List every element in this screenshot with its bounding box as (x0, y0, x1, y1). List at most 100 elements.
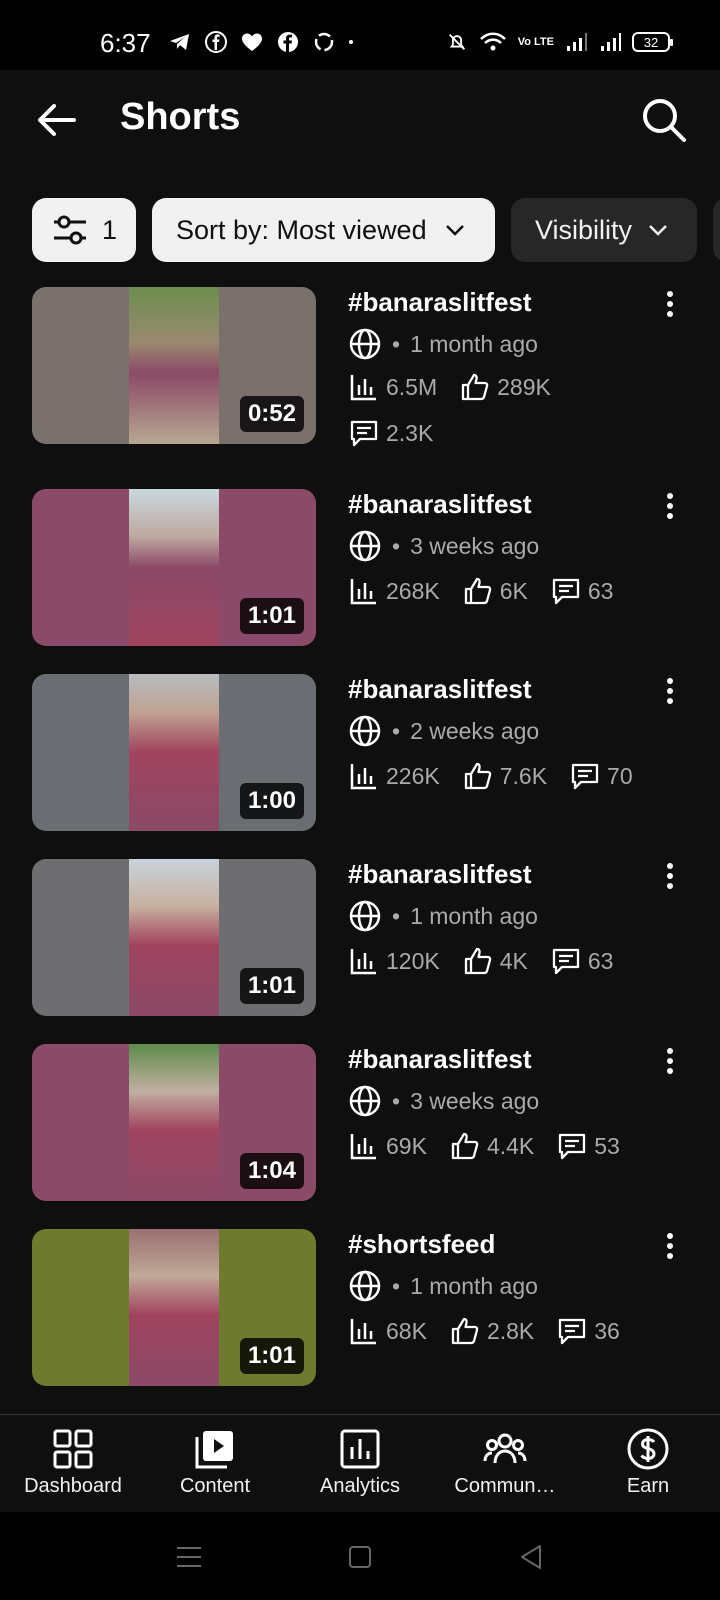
views-stat: 226K (348, 760, 440, 792)
telegram-icon (170, 34, 189, 50)
nav-dashboard[interactable]: Dashboard (3, 1427, 143, 1498)
recents-menu-icon[interactable] (174, 1542, 204, 1572)
more-vert-icon[interactable] (660, 491, 680, 521)
video-item[interactable]: 1:01 #banaraslitfest • 1 month ago 120K … (0, 859, 720, 1029)
comments-stat: 53 (556, 1130, 620, 1162)
view-count: 69K (386, 1132, 427, 1159)
comments-line: 2.3K (348, 417, 445, 449)
separator-dot: • (392, 1087, 401, 1114)
video-title[interactable]: #shortsfeed (348, 1229, 495, 1260)
globe-icon (349, 900, 381, 932)
more-vert-icon[interactable] (660, 861, 680, 891)
comment-icon (559, 1318, 586, 1345)
separator-dot: • (392, 902, 401, 929)
view-count: 268K (386, 577, 440, 604)
video-item[interactable]: 1:01 #banaraslitfest • 3 weeks ago 268K … (0, 489, 720, 659)
dashboard-icon (53, 1429, 93, 1469)
thumbs-up-icon (464, 577, 491, 605)
content-play-icon (195, 1431, 233, 1469)
views-stat: 6.5M (348, 371, 437, 403)
globe-icon (349, 328, 381, 360)
likes-stat: 289K (459, 371, 551, 403)
likes-stat: 6K (462, 575, 528, 607)
video-item[interactable]: 1:00 #banaraslitfest • 2 weeks ago 226K … (0, 674, 720, 844)
like-count: 4.4K (486, 1132, 535, 1159)
stats-line: 268K 6K 63 (348, 575, 625, 607)
thumbnail-image (129, 674, 219, 831)
separator-dot: • (392, 1272, 401, 1299)
search-icon[interactable] (640, 96, 688, 144)
nav-content[interactable]: Content (145, 1427, 285, 1498)
comment-icon (552, 948, 580, 975)
comment-icon (559, 1133, 586, 1160)
thumbnail-image (129, 1044, 219, 1201)
video-item[interactable]: 0:52 #banaraslitfest • 1 month ago 6.5M … (0, 287, 720, 457)
visibility-age-line: • 2 weeks ago (348, 714, 539, 748)
like-count: 2.8K (486, 1317, 535, 1344)
video-age: 1 month ago (410, 330, 538, 357)
more-vert-icon[interactable] (660, 1046, 680, 1076)
video-thumbnail[interactable]: 1:01 (32, 1229, 316, 1386)
view-count: 120K (386, 947, 440, 974)
more-vert-icon[interactable] (660, 676, 680, 706)
analytics-icon (340, 1429, 380, 1469)
nav-earn[interactable]: Earn (578, 1427, 718, 1498)
video-title[interactable]: #banaraslitfest (348, 1044, 532, 1075)
status-time: 6:37 (100, 28, 151, 58)
visibility-chip[interactable]: Visibility (511, 198, 697, 262)
views-stat: 69K (348, 1130, 427, 1162)
bottom-nav: Dashboard Content Analytics Commun… Earn (0, 1414, 720, 1512)
video-title[interactable]: #banaraslitfest (348, 287, 532, 318)
video-thumbnail[interactable]: 1:01 (32, 859, 316, 1016)
duration-badge: 1:00 (239, 783, 304, 819)
video-title[interactable]: #banaraslitfest (348, 859, 532, 890)
video-thumbnail[interactable]: 1:04 (32, 1044, 316, 1201)
video-item[interactable]: 1:04 #banaraslitfest • 3 weeks ago 69K 4… (0, 1044, 720, 1214)
filter-chip[interactable]: 1 (32, 198, 136, 262)
home-square-icon[interactable] (345, 1542, 375, 1572)
filter-chips-row: 1 Sort by: Most viewed Visibility (0, 198, 720, 264)
nav-analytics[interactable]: Analytics (290, 1427, 430, 1498)
more-vert-icon[interactable] (660, 1231, 680, 1261)
view-count: 6.5M (386, 373, 438, 400)
back-arrow-icon[interactable] (34, 98, 78, 142)
video-title[interactable]: #banaraslitfest (348, 489, 532, 520)
thumbnail-image (129, 859, 219, 1016)
comment-count: 53 (594, 1132, 620, 1159)
comment-icon (571, 763, 599, 790)
duration-badge: 1:01 (239, 1338, 304, 1374)
page-title: Shorts (120, 96, 241, 138)
back-triangle-icon[interactable] (516, 1542, 546, 1572)
video-age: 1 month ago (410, 1272, 538, 1299)
visibility-age-line: • 1 month ago (348, 327, 538, 361)
filter-sliders-icon (54, 215, 86, 245)
view-count: 226K (386, 762, 440, 789)
video-age: 2 weeks ago (410, 717, 540, 744)
video-thumbnail[interactable]: 1:01 (32, 489, 316, 646)
comments-stat: 70 (569, 760, 633, 792)
video-title[interactable]: #banaraslitfest (348, 674, 532, 705)
duration-badge: 1:04 (239, 1153, 304, 1189)
wifi-icon (479, 32, 506, 51)
video-age: 3 weeks ago (410, 1087, 540, 1114)
comments-stat: 2.3K (348, 417, 433, 449)
like-count: 289K (497, 373, 551, 400)
visibility-age-line: • 1 month ago (348, 899, 538, 933)
sort-chip[interactable]: Sort by: Most viewed (152, 198, 495, 262)
more-vert-icon[interactable] (660, 289, 680, 319)
comments-stat: 63 (550, 945, 613, 977)
nav-label: Earn (626, 1475, 670, 1497)
battery-indicator: 32 (632, 32, 673, 52)
views-stat: 268K (348, 575, 440, 607)
system-nav-bar (0, 1512, 720, 1600)
thumbnail-image (129, 1229, 219, 1386)
views-stat: 68K (348, 1315, 427, 1347)
video-thumbnail[interactable]: 1:00 (32, 674, 316, 831)
nav-community[interactable]: Commun… (435, 1427, 575, 1498)
video-thumbnail[interactable]: 0:52 (32, 287, 316, 444)
more-chip[interactable] (713, 198, 720, 262)
video-item[interactable]: 1:01 #shortsfeed • 1 month ago 68K 2.8K … (0, 1229, 720, 1399)
thumbs-up-icon (464, 762, 491, 790)
thumbs-up-icon (451, 1317, 479, 1345)
separator-dot: • (392, 330, 401, 357)
